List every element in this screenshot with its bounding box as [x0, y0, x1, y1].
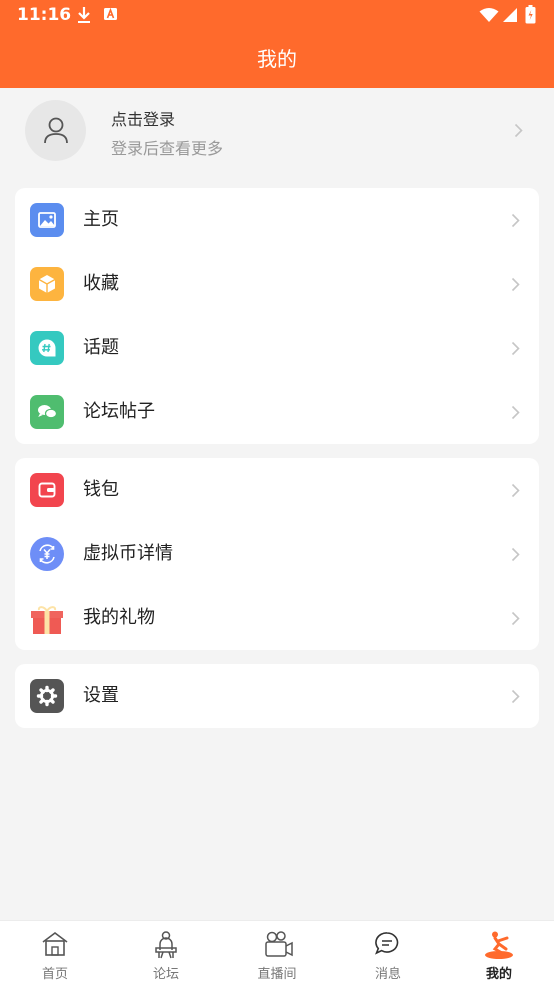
- status-bar: 11:16: [0, 0, 554, 30]
- bottom-tab-bar: 首页 论坛 直播间 消息 我的: [0, 920, 554, 984]
- status-time: 11:16: [17, 5, 72, 25]
- tab-live-room[interactable]: 直播间: [222, 921, 332, 984]
- avatar[interactable]: [25, 100, 86, 161]
- signal-icon: [503, 8, 517, 22]
- chevron-right-icon: [511, 277, 520, 292]
- menu-item-favorites[interactable]: 收藏: [15, 252, 539, 316]
- chevron-right-icon: [511, 213, 520, 228]
- chevron-right-icon: [511, 547, 520, 562]
- app-notification-icon: [104, 7, 117, 20]
- tab-label: 直播间: [257, 967, 297, 982]
- chevron-right-icon: [511, 341, 520, 356]
- forum-icon: [155, 931, 177, 959]
- menu-item-label: 收藏: [83, 273, 119, 294]
- menu-item-my-gifts[interactable]: 我的礼物: [15, 586, 539, 650]
- menu-item-wallet[interactable]: 钱包: [15, 458, 539, 522]
- menu-card-main: 主页 收藏 话题 论坛帖子: [15, 188, 539, 444]
- menu-item-topics[interactable]: 话题: [15, 316, 539, 380]
- wifi-icon: [479, 8, 499, 22]
- login-row[interactable]: 点击登录 登录后查看更多: [0, 88, 554, 174]
- download-icon: [78, 7, 90, 23]
- menu-item-virtual-currency[interactable]: 虚拟币详情: [15, 522, 539, 586]
- chevron-right-icon: [511, 611, 520, 626]
- chevron-right-icon: [511, 483, 520, 498]
- tab-messages[interactable]: 消息: [333, 921, 443, 984]
- message-icon: [374, 932, 399, 955]
- menu-item-homepage[interactable]: 主页: [15, 188, 539, 252]
- menu-item-label: 话题: [83, 337, 119, 358]
- camera-icon: [265, 931, 293, 957]
- profile-icon: [485, 931, 513, 959]
- page-title: 我的: [257, 47, 297, 71]
- box-icon: [30, 267, 64, 301]
- menu-item-label: 论坛帖子: [83, 401, 155, 422]
- tab-forum[interactable]: 论坛: [111, 921, 221, 984]
- menu-item-label: 我的礼物: [83, 607, 155, 628]
- menu-item-forum-posts[interactable]: 论坛帖子: [15, 380, 539, 444]
- login-title[interactable]: 点击登录: [111, 106, 175, 130]
- menu-card-settings: 设置: [15, 664, 539, 728]
- menu-item-label: 设置: [83, 685, 119, 706]
- menu-item-label: 主页: [83, 209, 119, 230]
- wallet-icon: [30, 473, 64, 507]
- menu-card-wallet: 钱包 虚拟币详情 我的礼物: [15, 458, 539, 650]
- yuan-coin-icon: [30, 537, 64, 571]
- tab-mine[interactable]: 我的: [444, 921, 554, 984]
- image-icon: [30, 203, 64, 237]
- login-subtitle: 登录后查看更多: [111, 139, 224, 158]
- tab-label: 我的: [485, 967, 512, 982]
- tab-label: 论坛: [152, 967, 179, 982]
- header-bar: 我的: [0, 30, 554, 88]
- chevron-right-icon: [511, 405, 520, 420]
- tab-home[interactable]: 首页: [0, 921, 110, 984]
- gear-icon: [30, 679, 64, 713]
- user-icon: [44, 117, 68, 144]
- chat-bubbles-icon: [30, 395, 64, 429]
- menu-item-label: 钱包: [83, 479, 119, 500]
- menu-item-label: 虚拟币详情: [83, 543, 173, 564]
- chevron-right-icon: [511, 689, 520, 704]
- home-icon: [42, 932, 68, 956]
- tab-label: 首页: [41, 967, 68, 982]
- menu-item-settings[interactable]: 设置: [15, 664, 539, 728]
- chevron-right-icon: [514, 123, 523, 138]
- battery-icon: [525, 5, 536, 24]
- hashtag-chat-icon: [30, 331, 64, 365]
- gift-icon: [30, 601, 64, 635]
- tab-label: 消息: [374, 967, 401, 982]
